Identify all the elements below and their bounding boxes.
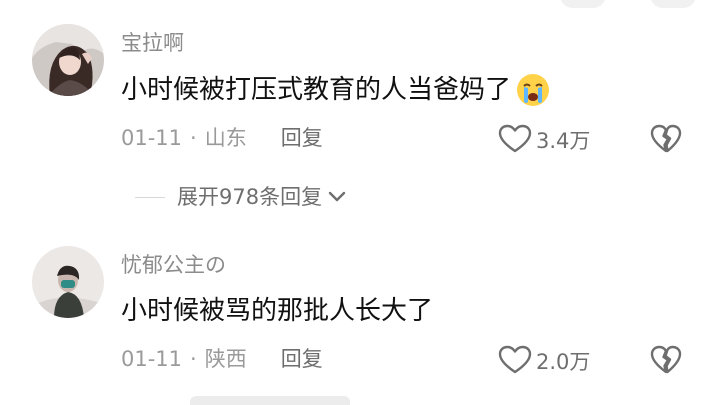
next-comment-partial [190,396,350,405]
comment-text: 小时候被打压式教育的人当爸妈了 [121,72,551,108]
username[interactable]: 忧郁公主の [121,252,226,278]
expand-divider [135,196,165,198]
comment-list: 宝拉啊 小时候被打压式教育的人当爸妈了 01-11 · 山东 回复 3.4万 展… [0,0,720,405]
comment-meta: 01-11 · 山东 回复 [121,124,323,152]
like-count: 2.0万 [536,350,591,374]
comment-location: 山东 [204,126,247,150]
heart-outline-icon [498,124,532,158]
comment-text-body: 小时候被打压式教育的人当爸妈了 [121,75,512,105]
username[interactable]: 宝拉啊 [121,30,184,56]
comment-text-body: 小时候被骂的那批人长大了 [121,296,434,326]
top-button-partial-2[interactable] [650,0,696,8]
broken-heart-icon[interactable] [650,345,682,379]
comment-meta: 01-11 · 陕西 回复 [121,345,323,373]
comment-location: 陕西 [204,347,247,371]
comment-date: 01-11 [121,347,183,371]
comment-date: 01-11 [121,126,183,150]
expand-replies-label: 展开978条回复 [177,185,323,209]
top-button-partial[interactable] [560,0,606,8]
crying-face-emoji [515,72,551,108]
expand-replies-button[interactable]: 展开978条回复 [135,183,346,211]
chevron-down-icon [328,191,346,203]
like-button[interactable]: 2.0万 [498,345,590,379]
meta-separator: · [190,126,197,150]
meta-separator: · [190,347,197,371]
heart-outline-icon [498,345,532,379]
reply-button[interactable]: 回复 [281,124,323,152]
comment-text: 小时候被骂的那批人长大了 [121,294,433,328]
like-button[interactable]: 3.4万 [498,124,590,158]
like-count: 3.4万 [536,129,591,153]
avatar[interactable] [32,246,104,318]
reply-button[interactable]: 回复 [281,345,323,373]
broken-heart-icon[interactable] [650,124,682,158]
avatar[interactable] [32,24,104,96]
